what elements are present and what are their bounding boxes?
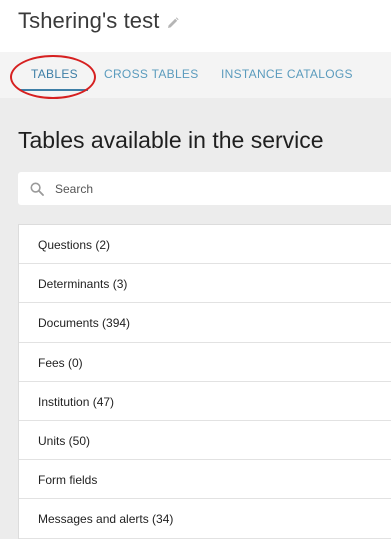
list-item-form-fields[interactable]: Form fields: [19, 460, 391, 500]
tab-instance-catalogs[interactable]: INSTANCE CATALOGS: [221, 67, 353, 81]
header: Tshering's test: [0, 0, 391, 52]
list-item-label: Form fields: [38, 473, 98, 488]
section-heading: Tables available in the service: [18, 127, 324, 153]
list-item-label: Fees (0): [38, 355, 83, 370]
list-item-questions[interactable]: Questions (2): [19, 225, 391, 265]
list-item-messages-and-alerts[interactable]: Messages and alerts (34): [19, 499, 391, 539]
tab-bar: TABLES CROSS TABLES INSTANCE CATALOGS: [0, 52, 391, 98]
pencil-icon[interactable]: [167, 16, 179, 28]
search-input[interactable]: [55, 178, 385, 200]
search-box: [18, 172, 391, 205]
table-list: Questions (2) Determinants (3) Documents…: [18, 224, 391, 539]
list-item-label: Documents (394): [38, 316, 131, 331]
list-item-label: Determinants (3): [38, 277, 128, 292]
tab-cross-tables[interactable]: CROSS TABLES: [104, 67, 199, 81]
list-item-label: Messages and alerts (34): [38, 512, 174, 527]
list-item-units[interactable]: Units (50): [19, 421, 391, 461]
list-item-fees[interactable]: Fees (0): [19, 343, 391, 382]
page-title: Tshering's test: [18, 8, 160, 33]
page: Tshering's test TABLES CROSS TABLES INST…: [0, 0, 391, 539]
list-item-documents[interactable]: Documents (394): [19, 303, 391, 343]
list-item-label: Units (50): [38, 433, 91, 448]
active-tab-indicator: [20, 89, 88, 91]
search-icon: [30, 182, 44, 196]
list-item-determinants[interactable]: Determinants (3): [19, 264, 391, 304]
list-item-label: Questions (2): [38, 238, 111, 252]
list-item-label: Institution (47): [38, 394, 115, 409]
tab-tables[interactable]: TABLES: [31, 67, 78, 81]
list-item-institution[interactable]: Institution (47): [19, 382, 391, 421]
